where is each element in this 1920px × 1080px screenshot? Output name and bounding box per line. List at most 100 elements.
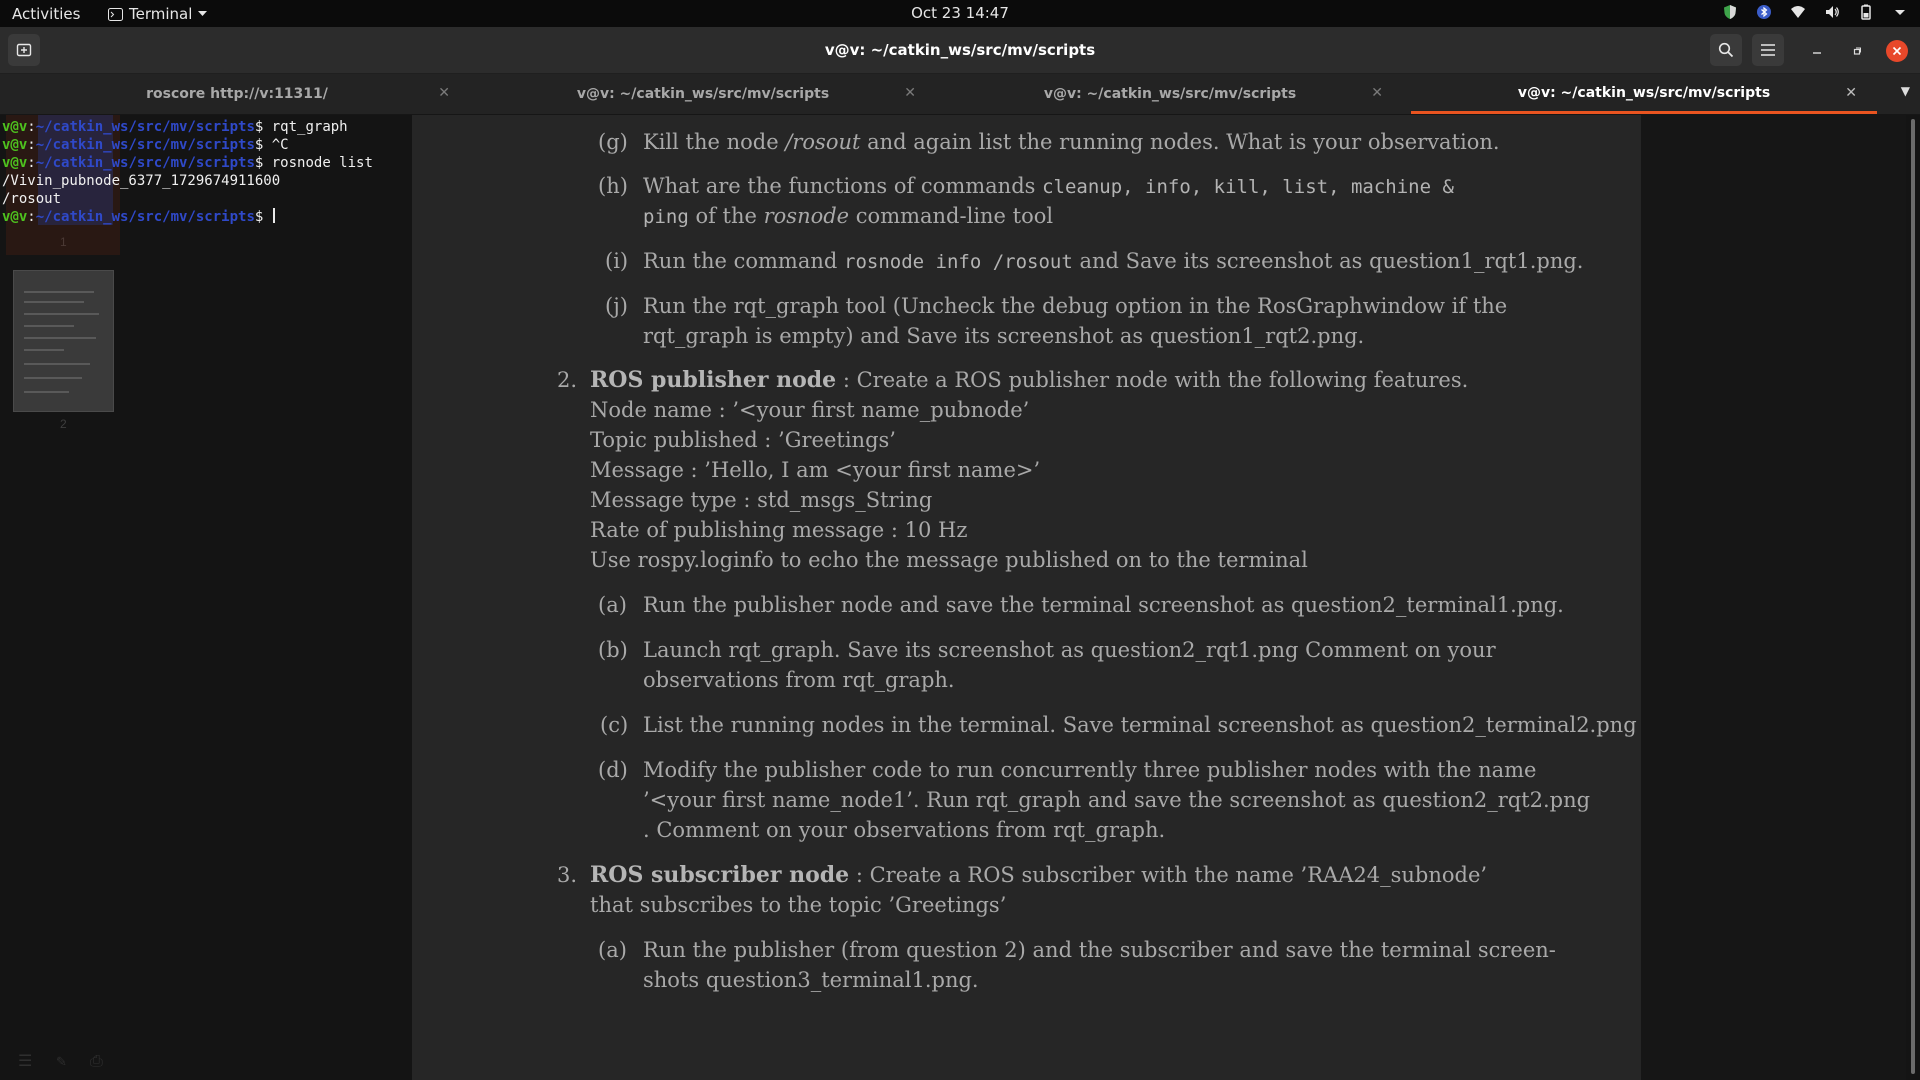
prompt-symbol: $ xyxy=(254,137,272,153)
terminal-prompt-line: v@v:~/catkin_ws/src/mv/scripts$ rqt_grap… xyxy=(2,118,373,136)
item-label: (a) xyxy=(598,593,627,617)
prompt-colon: : xyxy=(27,155,36,171)
q2-feature-line: Message type : std_msgs_String xyxy=(590,488,933,512)
search-icon xyxy=(1718,42,1734,58)
wifi-icon[interactable] xyxy=(1790,4,1806,20)
close-icon xyxy=(1892,46,1902,56)
prompt-user: v@v xyxy=(2,119,28,135)
tab-close-icon[interactable]: ✕ xyxy=(1371,85,1383,101)
question-3-line-2: that subscribes to the topic ’Greetings’ xyxy=(590,893,1007,917)
question-number: 2. xyxy=(557,368,578,392)
tab-label: roscore http://v:11311/ xyxy=(146,86,328,102)
chevron-down-icon[interactable] xyxy=(1892,4,1908,20)
clock[interactable]: Oct 23 14:47 xyxy=(911,4,1009,22)
activities-button[interactable]: Activities xyxy=(12,5,80,23)
terminal-output: v@v:~/catkin_ws/src/mv/scripts$ rqt_grap… xyxy=(2,118,373,226)
item-h-text: What are the functions of commands clean… xyxy=(643,174,1454,198)
app-menu-label: Terminal xyxy=(129,5,193,23)
volume-icon[interactable] xyxy=(1824,4,1840,20)
prompt-colon: : xyxy=(27,209,36,225)
item-j-line-2: rqt_graph is empty) and Save its screens… xyxy=(643,324,1365,348)
item-label: (a) xyxy=(598,938,627,962)
prompt-colon: : xyxy=(27,119,36,135)
terminal-cursor xyxy=(272,208,275,223)
tab-close-icon[interactable]: ✕ xyxy=(438,85,450,101)
item-label: (i) xyxy=(605,249,629,273)
tabs-dropdown-icon[interactable]: ▼ xyxy=(1901,84,1910,98)
terminal-command: rqt_graph xyxy=(271,119,348,135)
q2-feature-line: Node name : ’<your first name_pubnode’ xyxy=(590,398,1030,422)
question-3-heading: ROS subscriber node : Create a ROS subsc… xyxy=(590,862,1488,888)
battery-icon[interactable] xyxy=(1858,4,1874,20)
shield-icon[interactable] xyxy=(1722,4,1738,20)
prompt-user: v@v xyxy=(2,137,28,153)
tab-roscore[interactable]: roscore http://v:11311/ ✕ xyxy=(4,74,470,114)
terminal-output-line: /rosout xyxy=(2,191,62,207)
tab-scripts-1[interactable]: v@v: ~/catkin_ws/src/mv/scripts ✕ xyxy=(470,74,936,114)
bluetooth-icon[interactable] xyxy=(1756,4,1772,20)
scrollbar[interactable] xyxy=(1906,115,1920,1080)
terminal-command: ^C xyxy=(271,137,289,153)
edit-icon: ✎ xyxy=(56,1051,66,1070)
q2-item-d-line-2: ’<your first name_node1’. Run rqt_graph … xyxy=(643,788,1591,812)
item-h-text-2: ping of the rosnode command-line tool xyxy=(643,204,1054,228)
item-label: (h) xyxy=(598,174,628,198)
app-menu[interactable]: Terminal xyxy=(108,5,208,23)
header-bar: v@v: ~/catkin_ws/src/mv/scripts xyxy=(0,27,1920,74)
tab-scripts-2[interactable]: v@v: ~/catkin_ws/src/mv/scripts ✕ xyxy=(937,74,1403,114)
q2-feature-line: Use rospy.loginfo to echo the message pu… xyxy=(590,548,1308,572)
prompt-user: v@v xyxy=(2,155,28,171)
hamburger-menu-icon xyxy=(1761,44,1775,56)
ghost-page-thumbnail xyxy=(13,270,114,412)
terminal-view[interactable]: 1 2 ☰ ✎ ⎙ v@v:~/catkin_ws/src/mv/scripts… xyxy=(0,115,1920,1080)
minimize-icon xyxy=(1813,52,1821,54)
terminal-app-icon xyxy=(108,7,123,21)
q2-feature-line: Topic published : ’Greetings’ xyxy=(590,428,896,452)
tab-label: v@v: ~/catkin_ws/src/mv/scripts xyxy=(576,86,830,102)
q2-feature-line: Rate of publishing message : 10 Hz xyxy=(590,518,968,542)
minimize-button[interactable] xyxy=(1806,40,1828,62)
close-button[interactable] xyxy=(1886,40,1908,62)
search-button[interactable] xyxy=(1710,34,1742,66)
q2-item-a: Run the publisher node and save the term… xyxy=(643,593,1564,617)
tab-label: v@v: ~/catkin_ws/src/mv/scripts xyxy=(1517,84,1771,101)
window-title: v@v: ~/catkin_ws/src/mv/scripts xyxy=(824,41,1096,59)
scrollbar-thumb[interactable] xyxy=(1911,119,1915,1074)
q3-item-a-line-2: shots question3_terminal1.png. xyxy=(643,968,979,992)
system-tray[interactable] xyxy=(1722,4,1908,20)
list-icon: ☰ xyxy=(18,1051,33,1070)
q2-item-c: List the running nodes in the terminal. … xyxy=(643,713,1637,737)
prompt-colon: : xyxy=(27,137,36,153)
item-label: (c) xyxy=(600,713,629,737)
tab-bar: roscore http://v:11311/ ✕ v@v: ~/catkin_… xyxy=(0,74,1920,115)
q2-feature-line: Message : ’Hello, I am <your first name>… xyxy=(590,458,1041,482)
document-page: (g) Kill the node /rosout and again list… xyxy=(412,115,1641,1080)
tab-label: v@v: ~/catkin_ws/src/mv/scripts xyxy=(1043,86,1297,102)
item-label: (d) xyxy=(598,758,628,782)
item-label: (b) xyxy=(598,638,628,662)
q2-item-b-line-2: observations from rqt_graph. xyxy=(643,668,955,692)
tab-close-icon[interactable]: ✕ xyxy=(904,85,916,101)
item-label: (g) xyxy=(598,130,628,154)
chevron-down-icon xyxy=(198,11,208,16)
prompt-symbol: $ xyxy=(254,119,272,135)
q2-item-b-line-1: Launch rqt_graph. Save its screenshot as… xyxy=(643,638,1496,662)
item-g-text: Kill the node /rosout and again list the… xyxy=(643,130,1500,154)
tab-scripts-3[interactable]: v@v: ~/catkin_ws/src/mv/scripts ✕ xyxy=(1411,74,1877,114)
tab-close-icon[interactable]: ✕ xyxy=(1845,85,1857,101)
ghost-sidebar: 1 2 ☰ ✎ ⎙ xyxy=(0,115,412,1080)
new-tab-button[interactable] xyxy=(8,34,40,66)
prompt-path: ~/catkin_ws/src/mv/scripts xyxy=(35,155,255,171)
item-j-line-1: Run the rqt_graph tool (Uncheck the debu… xyxy=(643,294,1508,318)
prompt-path: ~/catkin_ws/src/mv/scripts xyxy=(35,137,255,153)
maximize-button[interactable] xyxy=(1846,40,1868,62)
prompt-path: ~/catkin_ws/src/mv/scripts xyxy=(35,209,255,225)
top-bar: Activities Terminal Oct 23 14:47 xyxy=(0,0,1920,27)
bookmark-icon: ⎙ xyxy=(89,1051,103,1070)
ghost-page-number: 2 xyxy=(60,417,67,431)
question-number: 3. xyxy=(557,863,578,887)
menu-button[interactable] xyxy=(1752,34,1784,66)
item-i-text: Run the command rosnode info /rosout and… xyxy=(643,249,1584,273)
q2-item-d-line-1: Modify the publisher code to run concurr… xyxy=(643,758,1537,782)
maximize-icon xyxy=(1853,47,1861,55)
